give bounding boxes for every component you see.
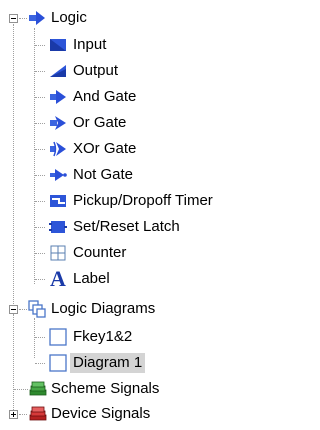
tree-node-pickup-dropoff-timer[interactable]: Pickup/Dropoff Timer	[0, 188, 274, 214]
tree-node-or-gate[interactable]: Or Gate	[0, 110, 274, 136]
tree-node-label: Diagram 1	[70, 353, 146, 373]
tree-view[interactable]: Logic Input Output And Gate Or Gate XOr …	[0, 0, 274, 430]
tree-connector	[35, 175, 45, 177]
input-icon	[50, 39, 66, 51]
tree-node-label: Or Gate	[73, 114, 127, 131]
tree-node-diagram-1[interactable]: Diagram 1	[0, 350, 274, 376]
tree-connector	[14, 389, 28, 391]
collapse-toggle[interactable]	[9, 305, 18, 314]
tree-node-scheme-signals[interactable]: Scheme Signals	[0, 376, 274, 402]
tree-connector	[35, 201, 45, 203]
or-gate-icon	[50, 116, 66, 130]
collapse-toggle[interactable]	[9, 14, 18, 23]
counter-icon	[50, 245, 66, 261]
tree-node-label: Label	[73, 270, 110, 287]
tree-connector	[35, 123, 45, 125]
tree-node-input[interactable]: Input	[0, 32, 274, 58]
diagrams-icon	[28, 300, 46, 318]
tree-node-label: Input	[73, 36, 107, 53]
tree-connector	[35, 227, 45, 229]
green-books-icon	[29, 381, 47, 396]
label-icon: A	[50, 267, 66, 289]
tree-connector	[35, 363, 45, 365]
tree-connector	[35, 45, 45, 47]
tree-connector	[35, 97, 45, 99]
tree-node-device-signals[interactable]: Device Signals	[0, 401, 274, 427]
tree-node-fkey1-2[interactable]: Fkey1&2	[0, 324, 274, 350]
tree-node-label: Logic Diagrams	[51, 300, 156, 317]
xor-gate-icon	[50, 141, 66, 157]
tree-node-logic-diagrams[interactable]: Logic Diagrams	[0, 297, 274, 323]
timer-icon	[50, 195, 66, 207]
tree-node-label: And Gate	[73, 88, 137, 105]
arrow-icon	[29, 11, 45, 25]
tree-connector	[35, 71, 45, 73]
tree-node-label: Logic	[51, 9, 87, 26]
tree-node-label: Fkey1&2	[73, 328, 133, 345]
tree-node-output[interactable]: Output	[0, 58, 274, 84]
red-books-icon	[29, 406, 47, 421]
tree-node-xor-gate[interactable]: XOr Gate	[0, 136, 274, 162]
tree-node-label: Device Signals	[51, 405, 151, 422]
document-icon	[49, 354, 67, 372]
tree-connector	[19, 18, 27, 20]
latch-icon	[49, 221, 67, 233]
tree-connector	[35, 253, 45, 255]
tree-node-label: Pickup/Dropoff Timer	[73, 192, 213, 209]
expand-toggle[interactable]	[9, 410, 18, 419]
tree-connector	[19, 309, 27, 311]
tree-node-label: Not Gate	[73, 166, 134, 183]
and-gate-icon	[50, 90, 66, 104]
tree-connector	[35, 337, 45, 339]
tree-node-label-item[interactable]: A Label	[0, 266, 274, 292]
tree-node-not-gate[interactable]: Not Gate	[0, 162, 274, 188]
tree-node-label: Output	[73, 62, 119, 79]
tree-node-label: Set/Reset Latch	[73, 218, 180, 235]
document-icon	[49, 328, 67, 346]
tree-node-label: XOr Gate	[73, 140, 137, 157]
svg-text:A: A	[50, 267, 66, 289]
tree-connector	[35, 149, 45, 151]
tree-node-label: Counter	[73, 244, 127, 261]
not-gate-icon	[50, 169, 67, 181]
tree-connector	[35, 279, 45, 281]
output-icon	[50, 65, 66, 77]
tree-node-and-gate[interactable]: And Gate	[0, 84, 274, 110]
tree-node-logic[interactable]: Logic	[0, 5, 274, 31]
tree-connector	[19, 414, 27, 416]
tree-node-set-reset-latch[interactable]: Set/Reset Latch	[0, 214, 274, 240]
tree-node-label: Scheme Signals	[51, 380, 160, 397]
tree-node-counter[interactable]: Counter	[0, 240, 274, 266]
